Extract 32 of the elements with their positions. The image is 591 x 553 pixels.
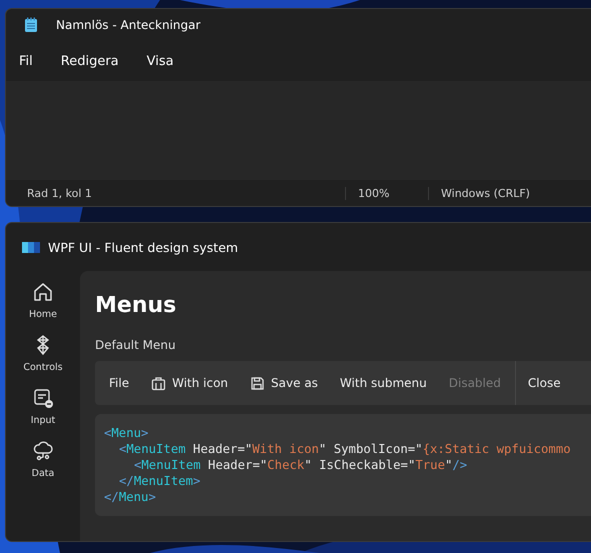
menu-item[interactable]: With icon [143, 370, 236, 396]
menu-item[interactable]: With submenu [332, 370, 435, 396]
section-title: Default Menu [95, 338, 177, 352]
home-icon [32, 281, 54, 303]
code-line: </MenuItem> [118, 473, 202, 489]
menu-item[interactable]: Save as [242, 370, 326, 396]
menu-item[interactable]: Close [514, 361, 569, 405]
code-line: <Menu> [104, 425, 150, 441]
nav-item[interactable]: Input [13, 387, 73, 426]
cloud-icon [32, 440, 54, 462]
window-title: WPF UI - Fluent design system [48, 240, 238, 254]
status-text: Windows (CRLF) [428, 186, 530, 200]
code-line: <MenuItem Header="Check" IsCheckable="True"/> [133, 457, 468, 473]
window-title: Namnlös - Anteckningar [56, 18, 200, 32]
nav-item[interactable]: Home [13, 281, 73, 320]
menu-item[interactable]: Redigera [60, 52, 119, 70]
code-line: </Menu> [104, 489, 157, 505]
form-icon [32, 387, 54, 409]
menu-item[interactable]: File [101, 370, 138, 396]
app-logo-icon [22, 242, 40, 252]
nav-item[interactable]: Data [13, 440, 73, 479]
status-text: 100% [345, 186, 428, 200]
briefcase-icon [151, 376, 166, 390]
code-line: <MenuItem Header="With icon" SymbolIcon="{x:Static wpfuicommo [118, 441, 572, 457]
text-area[interactable] [6, 81, 591, 180]
menu-item[interactable]: Visa [146, 52, 174, 70]
status-text: Rad 1, kol 1 [26, 186, 93, 200]
notepad-icon [24, 17, 38, 33]
menu-item[interactable]: Fil [19, 52, 33, 70]
page-title: Menus [95, 293, 178, 318]
save-icon [250, 376, 266, 390]
nav-item[interactable]: Controls [13, 334, 73, 373]
